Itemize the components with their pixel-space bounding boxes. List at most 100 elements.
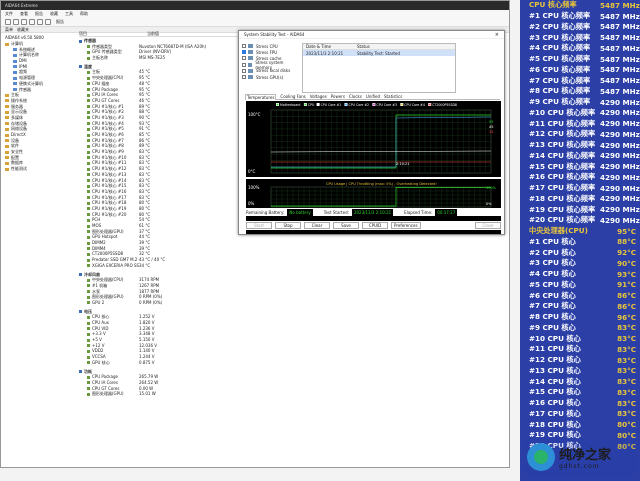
checkbox[interactable]: [242, 68, 246, 73]
checkbox[interactable]: [242, 50, 246, 55]
tree-item-label: DirectX: [11, 132, 26, 137]
sensor-panel-label: #2 CPU 核心: [529, 247, 576, 257]
sensor-icon: [87, 301, 90, 305]
graph-tab[interactable]: Clocks: [349, 94, 362, 99]
checkbox[interactable]: [242, 44, 246, 49]
dialog-button[interactable]: Save: [333, 222, 359, 229]
close-icon[interactable]: ×: [495, 32, 504, 38]
graph-tab[interactable]: Statistics: [384, 94, 402, 99]
graph-tab[interactable]: Voltages: [310, 94, 327, 99]
refresh-icon[interactable]: [29, 18, 35, 25]
report-button[interactable]: 报告: [56, 19, 64, 25]
sensor-panel-label: #20 CPU 核心频率: [529, 215, 596, 225]
favorites-tab[interactable]: 收藏夹: [17, 27, 29, 33]
graph-tab[interactable]: Cooling Fans: [280, 94, 305, 99]
user-icon[interactable]: [37, 18, 43, 25]
sensor-row[interactable]: 图形处理器(GPU) 15.01 W: [79, 391, 279, 397]
dialog-button[interactable]: Start: [246, 222, 272, 229]
tree-item-label: DMI: [19, 58, 27, 64]
stress-option[interactable]: Stress GPU(s): [242, 74, 297, 80]
sensor-panel-label: #9 CPU 核心频率: [529, 97, 591, 107]
sensor-panel-row: #6 CPU 核心 86°C: [520, 290, 640, 301]
sensor-panel-label: #1 CPU 核心: [529, 236, 576, 246]
sensor-panel-row: #8 CPU 核心 96°C: [520, 312, 640, 323]
dialog-button[interactable]: CPUID: [362, 222, 388, 229]
sensor-name-text: 功耗: [84, 368, 92, 374]
sensor-panel-value: 83°C: [617, 344, 636, 354]
back-icon[interactable]: [5, 18, 11, 25]
sensor-icon: [87, 110, 90, 114]
sensor-name-text: CPU #1/核心 #3: [92, 114, 124, 120]
graph-tab[interactable]: Powers: [331, 94, 345, 99]
menu-item[interactable]: 工具: [65, 11, 73, 17]
sensor-panel-value: 83°C: [617, 323, 636, 333]
menu-item[interactable]: 报告: [35, 11, 43, 17]
sensor-icon: [87, 88, 90, 91]
dialog-button[interactable]: Preferences: [391, 222, 421, 229]
column-item[interactable]: 项目: [79, 31, 147, 36]
sensor-name-text: 图形处理器(GPU): [92, 391, 124, 397]
sensor-icon: [87, 82, 90, 86]
dialog-button[interactable]: Stop: [275, 222, 301, 229]
up-icon[interactable]: [21, 18, 27, 25]
column-value[interactable]: 当前值: [147, 31, 215, 36]
sensor-name-text: CPU #1/核心 #15: [92, 183, 127, 189]
sensor-name-text: VCCSA: [92, 354, 106, 360]
sensor-panel-label: #5 CPU 核心频率: [529, 54, 591, 64]
graph-tab[interactable]: Unified: [366, 94, 380, 99]
navigation-tree: 计算机 系统概述 计算机名称 DMI IPMI 超频 电源管理 便携式计算机 传感器 主板 操作系统…: [5, 41, 71, 172]
menu-item[interactable]: 查看: [20, 11, 28, 17]
chart-icon[interactable]: [45, 18, 51, 25]
sensor-panel-label: #7 CPU 核心频率: [529, 75, 591, 85]
sensor-row[interactable]: GPU 核心 0.875 V: [79, 360, 279, 366]
sensor-name-text: CPU #1/核心 #13: [92, 171, 127, 177]
tree-item-label: 软件: [11, 143, 19, 149]
menu-tab[interactable]: 菜单: [5, 27, 13, 33]
sensor-panel-label: #18 CPU 核心频率: [529, 193, 596, 203]
sensor-panel-value: 4290 MHz: [600, 172, 640, 182]
sensor-row[interactable]: GPU 2 0 RPM (0%): [79, 300, 279, 306]
tree-item[interactable]: 性能测试: [5, 166, 71, 172]
sensor-panel-value: 95°C: [617, 226, 636, 236]
sensor-name-text: CPU 核心: [92, 314, 110, 320]
component-icon: [248, 56, 253, 61]
tree-item-label: 数据库: [11, 160, 23, 166]
sensor-panel-value: 5487 MHz: [600, 76, 640, 86]
tree-item-label: 计算机名称: [19, 52, 39, 58]
sensor-panel-row: #2 CPU 核心频率 5487 MHz: [520, 22, 640, 33]
tree-node-icon: [13, 65, 17, 69]
forward-icon[interactable]: [13, 18, 19, 25]
sensor-icon: [87, 387, 90, 391]
sensor-icon: [87, 133, 90, 137]
tree-node-icon: [5, 110, 9, 114]
sensor-panel-value: 86°C: [617, 291, 636, 301]
legend-swatch: [276, 103, 279, 106]
tree-item-label: 配置: [11, 154, 19, 160]
sensor-name: XGIGA EXCERIA PRO SSD: [79, 263, 139, 269]
sensor-name-text: CPU Package: [92, 374, 118, 380]
graph-tab[interactable]: Temperatures: [245, 93, 277, 100]
menu-item[interactable]: 文件: [5, 11, 13, 17]
sensor-name-text: 主板名称: [92, 55, 108, 61]
sensor-icon: [87, 213, 90, 217]
sensor-panel-label: #3 CPU 核心频率: [529, 32, 591, 42]
sensor-panel-label: #15 CPU 核心频率: [529, 161, 596, 171]
sensor-icon: [87, 247, 90, 251]
sensor-panel-label: #7 CPU 核心: [529, 301, 576, 311]
checkbox[interactable]: [242, 56, 246, 61]
sensor-name-text: CPU #1/核心 #9: [92, 149, 124, 155]
tree-node-icon: [5, 167, 9, 171]
event-row[interactable]: 2023/11/3 2:10:21 Stability Test: Starte…: [303, 50, 455, 56]
sensor-panel-value: 4290 MHz: [600, 183, 640, 193]
dialog-button[interactable]: Clear: [304, 222, 330, 229]
sensor-row[interactable]: XGIGA EXCERIA PRO SSD 34 °C: [79, 263, 279, 269]
checkbox[interactable]: [242, 75, 246, 80]
dialog-button[interactable]: Close: [475, 222, 501, 229]
section-icon: [79, 65, 82, 69]
sensor-name-text: 主板: [92, 69, 100, 75]
sensor-name-text: CPU #1/核心 #5: [92, 126, 124, 132]
checkbox[interactable]: [242, 62, 246, 67]
menu-item[interactable]: 帮助: [80, 11, 88, 17]
sensor-name-text: 图形处理器(GPU): [92, 294, 124, 300]
menu-item[interactable]: 收藏: [50, 11, 58, 17]
